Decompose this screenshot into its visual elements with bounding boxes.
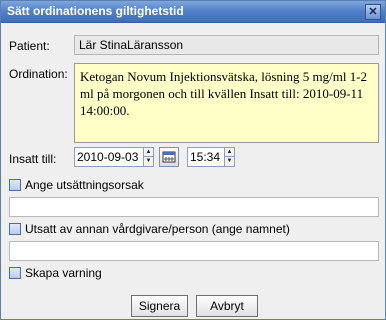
utsatt-av-annan-input[interactable]	[9, 241, 379, 261]
close-button[interactable]: ✕	[365, 4, 381, 20]
signera-button[interactable]: Signera	[131, 295, 188, 317]
insatt-till-label: Insatt till:	[9, 152, 57, 166]
time-spinner-up-icon[interactable]: ▲	[225, 148, 234, 157]
avbryt-button[interactable]: Avbryt	[196, 295, 258, 317]
title-bar[interactable]: Sätt ordinationens giltighetstid ✕	[1, 1, 385, 23]
date-spinner-up-icon[interactable]: ▲	[144, 148, 153, 157]
utsatt-av-annan-label[interactable]: Utsatt av annan vårdgivare/person (ange …	[25, 222, 290, 236]
avbryt-button-label: Avbryt	[210, 299, 244, 313]
time-spinner[interactable]: ▲ ▼	[224, 147, 235, 167]
ange-utsattningsorsak-checkbox[interactable]	[9, 179, 21, 191]
ordination-label: Ordination:	[9, 67, 68, 81]
utsattningsorsak-input[interactable]	[9, 197, 379, 217]
date-input[interactable]: 2010-09-03	[74, 147, 144, 167]
date-spinner[interactable]: ▲ ▼	[143, 147, 154, 167]
skapa-varning-checkbox[interactable]	[9, 267, 21, 279]
time-input[interactable]: 15:34	[187, 147, 225, 167]
date-spinner-down-icon[interactable]: ▼	[144, 157, 153, 166]
time-spinner-down-icon[interactable]: ▼	[225, 157, 234, 166]
patient-label: Patient:	[9, 39, 50, 53]
calendar-icon	[162, 151, 176, 163]
signera-button-label: Signera	[138, 299, 181, 313]
ordination-text[interactable]: Ketogan Novum Injektionsvätska, lösning …	[74, 63, 379, 143]
patient-field: Lär StinaLäransson	[74, 35, 379, 55]
calendar-button[interactable]	[159, 147, 179, 167]
ange-utsattningsorsak-label[interactable]: Ange utsättningsorsak	[25, 178, 144, 192]
skapa-varning-label[interactable]: Skapa varning	[25, 266, 102, 280]
dialog-title: Sätt ordinationens giltighetstid	[7, 4, 184, 18]
close-icon: ✕	[368, 6, 378, 18]
dialog-window: Sätt ordinationens giltighetstid ✕ Patie…	[0, 0, 386, 320]
utsatt-av-annan-checkbox[interactable]	[9, 223, 21, 235]
